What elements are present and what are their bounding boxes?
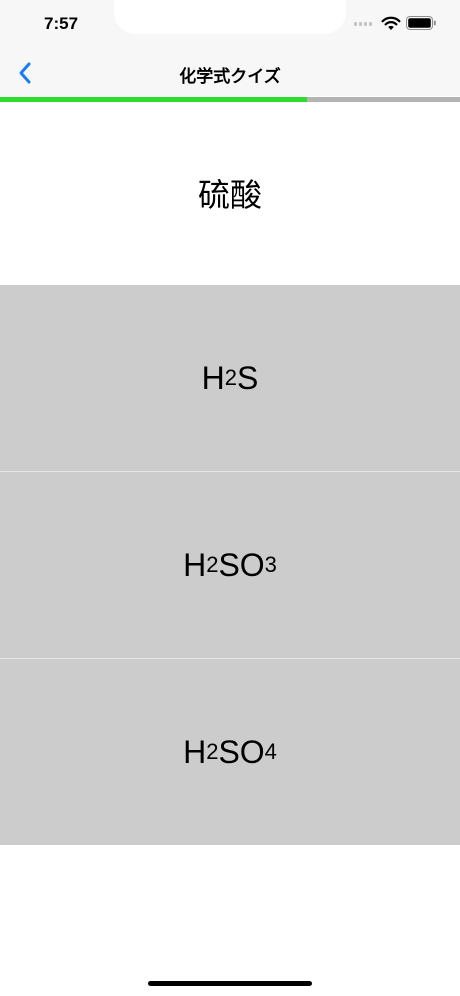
page-title: 化学式クイズ [179, 67, 281, 87]
status-time: 7:57 [44, 14, 79, 33]
notch [114, 0, 346, 34]
status-bar: 7:57 [0, 0, 460, 50]
formula-text: S [237, 359, 259, 396]
formula-text: SO [218, 733, 265, 770]
answer-choice-3[interactable]: H 2 SO 4 [0, 659, 460, 845]
answer-choice-2[interactable]: H 2 SO 3 [0, 472, 460, 658]
formula-text: SO [218, 546, 265, 583]
question-text: 硫酸 [197, 176, 262, 214]
wifi-icon [381, 16, 401, 30]
formula-text: H [201, 359, 225, 396]
cellular-signal-icon [354, 22, 374, 27]
home-indicator [148, 981, 312, 986]
battery-icon [406, 16, 436, 30]
formula-text: H [183, 733, 207, 770]
answer-choice-1[interactable]: H2S [0, 285, 460, 471]
navigation-bar: 化学式クイズ [0, 50, 460, 96]
formula-text: H [183, 546, 207, 583]
